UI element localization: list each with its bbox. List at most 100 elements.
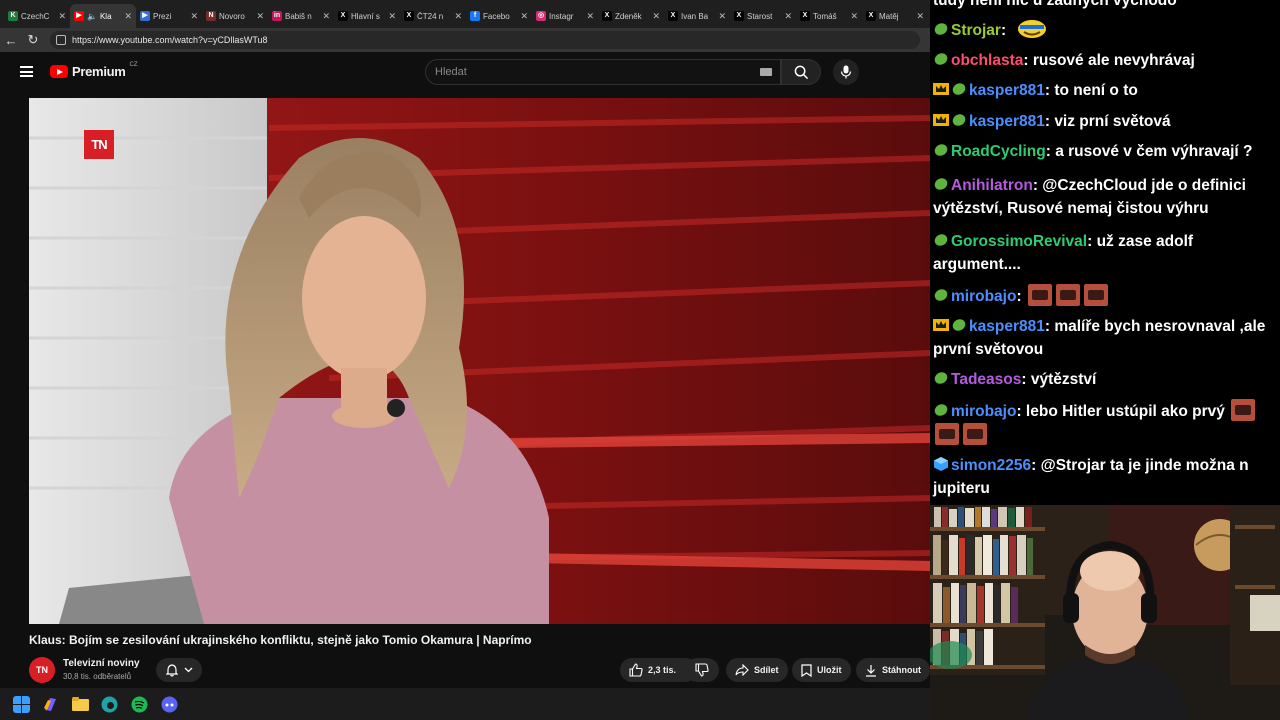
tab-label: Facebo (483, 11, 510, 21)
tab-label: Tomáš (813, 11, 837, 21)
discord-icon[interactable] (161, 696, 178, 713)
youtube-logo[interactable]: Premium CZ (50, 62, 138, 79)
browser-tab[interactable]: N Novoro ✕ (202, 4, 268, 28)
crown-badge-icon (933, 114, 949, 126)
close-tab-icon[interactable]: ✕ (652, 11, 660, 22)
chat-username[interactable]: obchlasta (951, 52, 1023, 69)
tab-label: Prezi (153, 11, 172, 21)
close-tab-icon[interactable]: ✕ (718, 11, 726, 22)
close-tab-icon[interactable]: ✕ (916, 11, 924, 22)
emote-icon (963, 423, 987, 445)
chat-message: mirobajo: (933, 284, 1278, 308)
chat-username[interactable]: RoadCycling (951, 143, 1046, 160)
notifications-button[interactable] (156, 658, 202, 682)
dislike-button[interactable] (685, 658, 719, 682)
share-label: Sdílet (754, 665, 779, 675)
close-tab-icon[interactable]: ✕ (322, 11, 330, 22)
browser-tab[interactable]: X Matěj ✕ (862, 4, 928, 28)
back-icon[interactable]: ← (0, 33, 22, 48)
tn-logo: TN (91, 137, 107, 152)
keyboard-icon[interactable] (760, 68, 772, 76)
chat-username[interactable]: kasper881 (969, 82, 1045, 99)
site-info-icon[interactable] (56, 35, 66, 45)
browser-tab[interactable]: X Ivan Ba ✕ (664, 4, 730, 28)
search-input[interactable]: Hledat (425, 59, 781, 85)
tab-label: ČT24 n (417, 11, 444, 21)
browser-window: K CzechC ✕ ▶ 🔈 Kla ✕ ▶ Prezi ✕ N Novoro ✕ in Babiš n ✕ X… (0, 0, 930, 688)
browser-tab[interactable]: ▶ 🔈 Kla ✕ (70, 4, 136, 28)
chat-username[interactable]: kasper881 (969, 113, 1045, 130)
chat-username[interactable]: Tadeasos (951, 371, 1021, 388)
browser-tab[interactable]: K CzechC ✕ (4, 4, 70, 28)
copilot-icon[interactable] (42, 696, 59, 713)
file-explorer-icon[interactable] (72, 696, 89, 713)
browser-tab[interactable]: X ČT24 n ✕ (400, 4, 466, 28)
browser-tab[interactable]: X Zdeněk ✕ (598, 4, 664, 28)
close-tab-icon[interactable]: ✕ (454, 11, 462, 22)
close-tab-icon[interactable]: ✕ (388, 11, 396, 22)
share-icon (735, 664, 749, 676)
browser-tab[interactable]: f Facebo ✕ (466, 4, 532, 28)
tab-label: Hlavní s (351, 11, 380, 21)
video-player[interactable]: TN (29, 98, 930, 624)
browser-tab[interactable]: in Babiš n ✕ (268, 4, 334, 28)
close-tab-icon[interactable]: ✕ (520, 11, 528, 22)
share-button[interactable]: Sdílet (726, 658, 788, 682)
chat-username[interactable]: GorossimoRevival (951, 233, 1087, 250)
stream-chat: tudy není nic u žádných vychodo Strojar:… (930, 0, 1280, 505)
chevron-down-icon (184, 667, 192, 673)
close-tab-icon[interactable]: ✕ (124, 11, 132, 22)
address-bar[interactable]: https://www.youtube.com/watch?v=yCDllasW… (50, 31, 920, 49)
sub-badge-icon (952, 114, 966, 126)
reload-icon[interactable]: ↻ (22, 32, 44, 48)
chat-username[interactable]: mirobajo (951, 288, 1016, 305)
tab-favicon-icon: ▶ (140, 11, 150, 21)
spotify-icon[interactable] (131, 696, 148, 713)
close-tab-icon[interactable]: ✕ (256, 11, 264, 22)
tab-label: Babiš n (285, 11, 312, 21)
emote-icon (935, 423, 959, 445)
tab-favicon-icon: ▶ (74, 11, 84, 21)
sub-badge-icon (934, 404, 948, 416)
chat-username[interactable]: Strojar (951, 22, 1001, 39)
download-button[interactable]: Stáhnout (856, 658, 930, 682)
speaker-icon[interactable]: 🔈 (87, 12, 97, 21)
close-tab-icon[interactable]: ✕ (586, 11, 594, 22)
edge-icon[interactable] (101, 696, 118, 713)
channel-name[interactable]: Televizní noviny (63, 658, 140, 669)
emote-icon (1018, 20, 1047, 38)
chat-text: viz prní světová (1054, 113, 1171, 130)
browser-tab[interactable]: X Tomáš ✕ (796, 4, 862, 28)
youtube-play-icon (50, 65, 68, 78)
chat-message: Tadeasos: výtězství (933, 368, 1278, 391)
browser-tab[interactable]: X Starost ✕ (730, 4, 796, 28)
sub-badge-icon (934, 144, 948, 156)
chat-message: obchlasta: rusové ale nevyhrávaj (933, 49, 1278, 72)
chat-username[interactable]: simon2256 (951, 457, 1031, 474)
close-tab-icon[interactable]: ✕ (784, 11, 792, 22)
chat-text: lebo Hitler ustúpil ako prvý (1025, 403, 1225, 420)
browser-tab[interactable]: X Hlavní s ✕ (334, 4, 400, 28)
save-label: Uložit (817, 665, 842, 675)
close-tab-icon[interactable]: ✕ (850, 11, 858, 22)
close-tab-icon[interactable]: ✕ (58, 11, 66, 22)
video-title: Klaus: Bojím se zesilování ukrajinského … (29, 633, 532, 647)
browser-tab[interactable]: ◎ Instagr ✕ (532, 4, 598, 28)
browser-tab[interactable]: ▶ Prezi ✕ (136, 4, 202, 28)
video-frame (29, 98, 930, 624)
windows-start-icon[interactable] (13, 696, 30, 713)
channel-avatar[interactable]: TN (29, 657, 55, 683)
menu-icon[interactable] (20, 66, 33, 77)
sub-badge-icon (934, 53, 948, 65)
save-button[interactable]: Uložit (792, 658, 851, 682)
search-icon (794, 65, 808, 79)
chat-username[interactable]: Anihilatron (951, 177, 1033, 194)
sub-badge-icon (934, 178, 948, 190)
close-tab-icon[interactable]: ✕ (190, 11, 198, 22)
voice-search-button[interactable] (833, 59, 859, 85)
chat-username[interactable]: kasper881 (969, 318, 1045, 335)
chat-username[interactable]: mirobajo (951, 403, 1016, 420)
search-button[interactable] (781, 59, 821, 85)
thumbs-down-icon (695, 663, 709, 677)
tab-favicon-icon: X (800, 11, 810, 21)
